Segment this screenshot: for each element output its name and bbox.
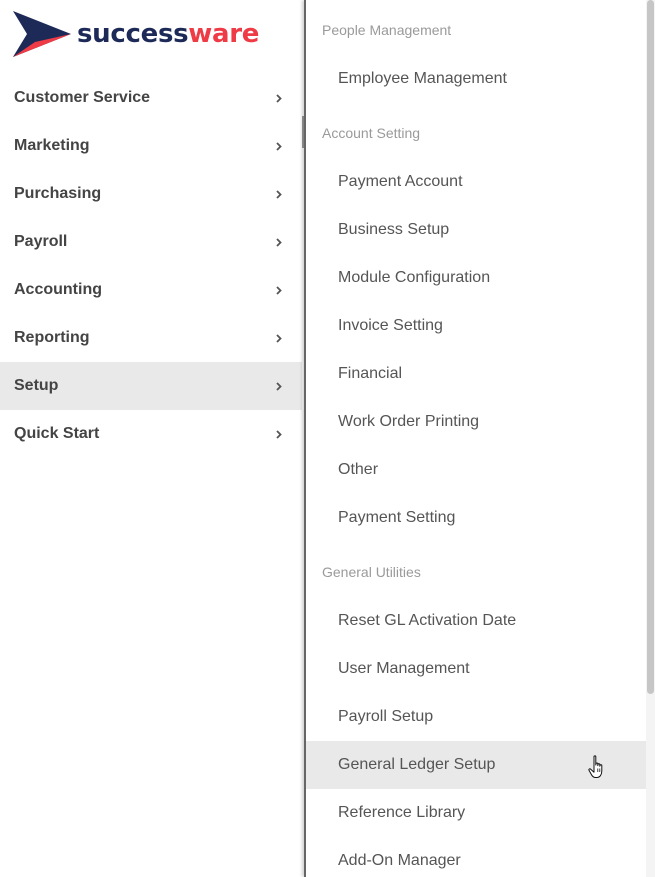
successware-logo[interactable]: successware (13, 10, 259, 58)
scrollbar-thumb[interactable] (647, 0, 654, 694)
sidebar-item-label: Payroll (14, 233, 68, 250)
submenu-item-work-order-printing[interactable]: Work Order Printing (306, 398, 646, 446)
chevron-right-icon (274, 92, 284, 104)
sidebar-item-setup[interactable]: Setup (0, 362, 302, 410)
submenu-item-financial[interactable]: Financial (306, 350, 646, 398)
submenu-item-reference-library[interactable]: Reference Library (306, 789, 646, 837)
sidebar-item-customer-service[interactable]: Customer Service (0, 74, 302, 122)
section-heading-account-setting: Account Setting (322, 125, 421, 141)
sidebar-item-label: Reporting (14, 329, 90, 346)
submenu-item-user-management[interactable]: User Management (306, 645, 646, 693)
chevron-right-icon (274, 140, 284, 152)
sidebar-item-label: Marketing (14, 137, 90, 154)
sidebar-item-label: Customer Service (14, 89, 151, 106)
submenu-item-reset-gl-activation-date[interactable]: Reset GL Activation Date (306, 597, 646, 645)
submenu-item-other[interactable]: Other (306, 446, 646, 494)
submenu-item-payroll-setup[interactable]: Payroll Setup (306, 693, 646, 741)
sidebar: successware Customer Service Marketing Pur… (0, 0, 304, 877)
chevron-right-icon (274, 332, 284, 344)
setup-submenu: People Management Employee Management Acco… (304, 0, 655, 877)
submenu-item-module-configuration[interactable]: Module Configuration (306, 254, 646, 302)
submenu-scrollbar[interactable] (646, 0, 655, 877)
submenu-item-business-setup[interactable]: Business Setup (306, 206, 646, 254)
chevron-right-icon (274, 428, 284, 440)
submenu-item-invoice-setting[interactable]: Invoice Setting (306, 302, 646, 350)
chevron-right-icon (274, 236, 284, 248)
sidebar-item-reporting[interactable]: Reporting (0, 314, 302, 362)
chevron-right-icon (274, 284, 284, 296)
sidebar-item-label: Purchasing (14, 185, 102, 202)
logo-mark-icon (13, 11, 71, 57)
submenu-item-payment-setting[interactable]: Payment Setting (306, 494, 646, 542)
chevron-right-icon (274, 380, 284, 392)
logo-text: successware (77, 19, 260, 49)
sidebar-item-accounting[interactable]: Accounting (0, 266, 302, 314)
sidebar-item-payroll[interactable]: Payroll (0, 218, 302, 266)
sidebar-item-quick-start[interactable]: Quick Start (0, 410, 302, 458)
sidebar-item-purchasing[interactable]: Purchasing (0, 170, 302, 218)
submenu-item-add-on-manager[interactable]: Add-On Manager (306, 837, 646, 877)
submenu-item-payment-account[interactable]: Payment Account (306, 158, 646, 206)
hand-pointer-icon (588, 755, 603, 778)
section-heading-people-management: People Management (322, 22, 452, 38)
sidebar-item-label: Accounting (14, 281, 102, 298)
sidebar-item-marketing[interactable]: Marketing (0, 122, 302, 170)
main-nav: Customer Service Marketing Purchasing Payro… (0, 74, 302, 458)
sidebar-item-label: Quick Start (14, 425, 100, 442)
sidebar-item-label: Setup (14, 377, 59, 394)
submenu-item-employee-management[interactable]: Employee Management (306, 55, 646, 103)
section-heading-general-utilities: General Utilities (322, 564, 421, 580)
chevron-right-icon (274, 188, 284, 200)
